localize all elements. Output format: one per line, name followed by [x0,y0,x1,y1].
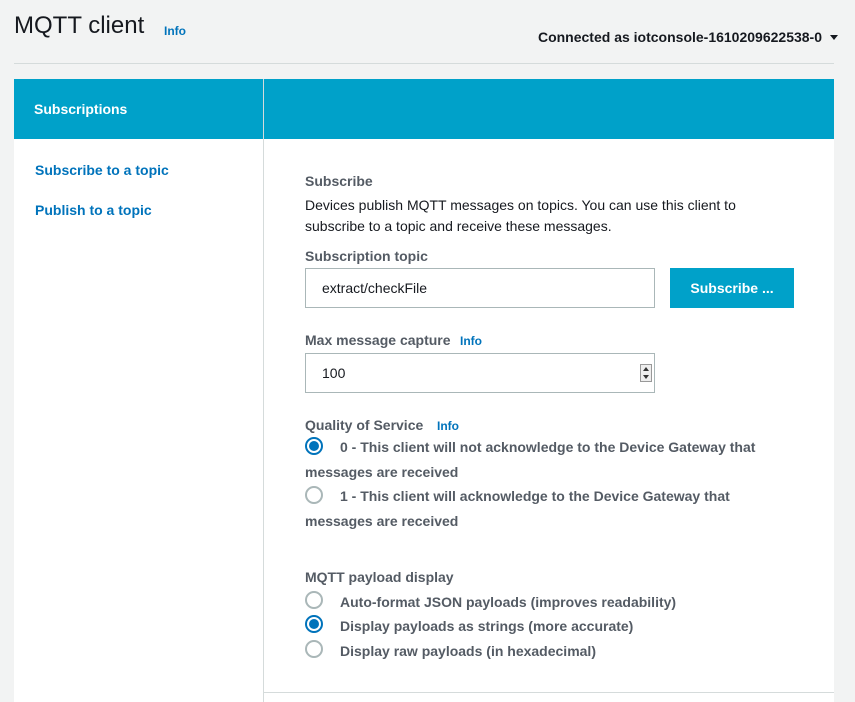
max-capture-input[interactable]: 100 [305,353,655,393]
payload-string-radio[interactable] [305,615,323,633]
payload-string-label: Display payloads as strings (more accura… [340,618,634,634]
sidebar-item-subscribe[interactable]: Subscribe to a topic [35,162,169,178]
title-info-link[interactable]: Info [164,24,186,38]
main-header-bar [264,79,834,139]
payload-json-radio[interactable] [305,591,323,609]
form-bottom-divider [264,692,834,693]
connection-dropdown[interactable]: Connected as iotconsole-1610209622538-0 [538,29,838,45]
sidebar-header: Subscriptions [14,79,263,139]
client-panel: Subscriptions Subscribe to a topic Publi… [14,79,834,702]
sidebar-title: Subscriptions [34,101,128,117]
header-divider [14,63,834,64]
qos-0-label: 0 - This client will not acknowledge to … [305,439,756,480]
topic-input[interactable]: extract/checkFile [305,268,655,308]
max-capture-info-link[interactable]: Info [460,334,482,348]
payload-json-label: Auto-format JSON payloads (improves read… [340,594,677,610]
sidebar-divider [263,79,264,702]
max-capture-value: 100 [322,365,346,381]
qos-label: Quality of Service [305,417,424,433]
payload-label: MQTT payload display [305,569,454,585]
topic-label: Subscription topic [305,248,428,264]
subscribe-section-label: Subscribe [305,173,373,189]
connection-label: Connected as iotconsole-1610209622538-0 [537,29,822,45]
page-header: MQTT client Info Connected as iotconsole… [0,0,855,64]
qos-1-label: 1 - This client will acknowledge to the … [305,488,730,529]
subscribe-button[interactable]: Subscribe ... [670,268,794,308]
spinner-icon[interactable] [640,364,652,382]
payload-raw-label: Display raw payloads (in hexadecimal) [340,643,596,659]
caret-down-icon [830,34,838,40]
max-capture-label: Max message capture [305,332,451,348]
payload-raw-radio[interactable] [305,640,323,658]
page-title: MQTT client [14,12,145,39]
subscribe-description: Devices publish MQTT messages on topics.… [305,197,736,234]
qos-info-link[interactable]: Info [437,419,459,433]
sidebar-item-publish[interactable]: Publish to a topic [35,202,152,218]
